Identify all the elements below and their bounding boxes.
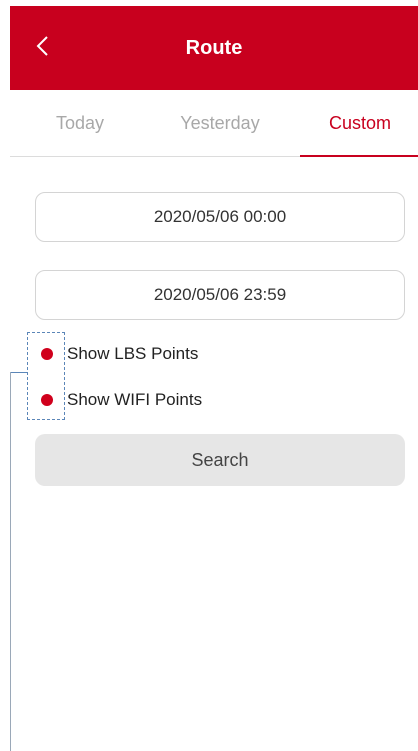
end-time-field[interactable]: 2020/05/06 23:59 [35, 270, 405, 320]
active-tab-indicator [300, 155, 418, 157]
tab-custom[interactable]: Custom [295, 90, 418, 156]
annotation-leader-line [10, 372, 28, 373]
search-button[interactable]: Search [35, 434, 405, 486]
tab-bar: Today Yesterday Custom [10, 90, 418, 157]
app-header: Route [10, 6, 418, 90]
tab-today[interactable]: Today [15, 90, 145, 156]
annotation-leader-line-vertical [10, 372, 11, 751]
option-label: Show WIFI Points [67, 390, 203, 409]
radio-selected-icon [41, 394, 53, 406]
start-time-field[interactable]: 2020/05/06 00:00 [35, 192, 405, 242]
option-label: Show LBS Points [67, 344, 199, 363]
tab-yesterday[interactable]: Yesterday [155, 90, 285, 156]
back-button[interactable] [32, 34, 56, 58]
show-wifi-points-option[interactable]: Show WIFI Points [36, 385, 202, 415]
show-lbs-points-option[interactable]: Show LBS Points [36, 339, 198, 369]
radio-selected-icon [41, 348, 53, 360]
chevron-left-icon [36, 36, 48, 56]
page-title: Route [185, 36, 243, 59]
